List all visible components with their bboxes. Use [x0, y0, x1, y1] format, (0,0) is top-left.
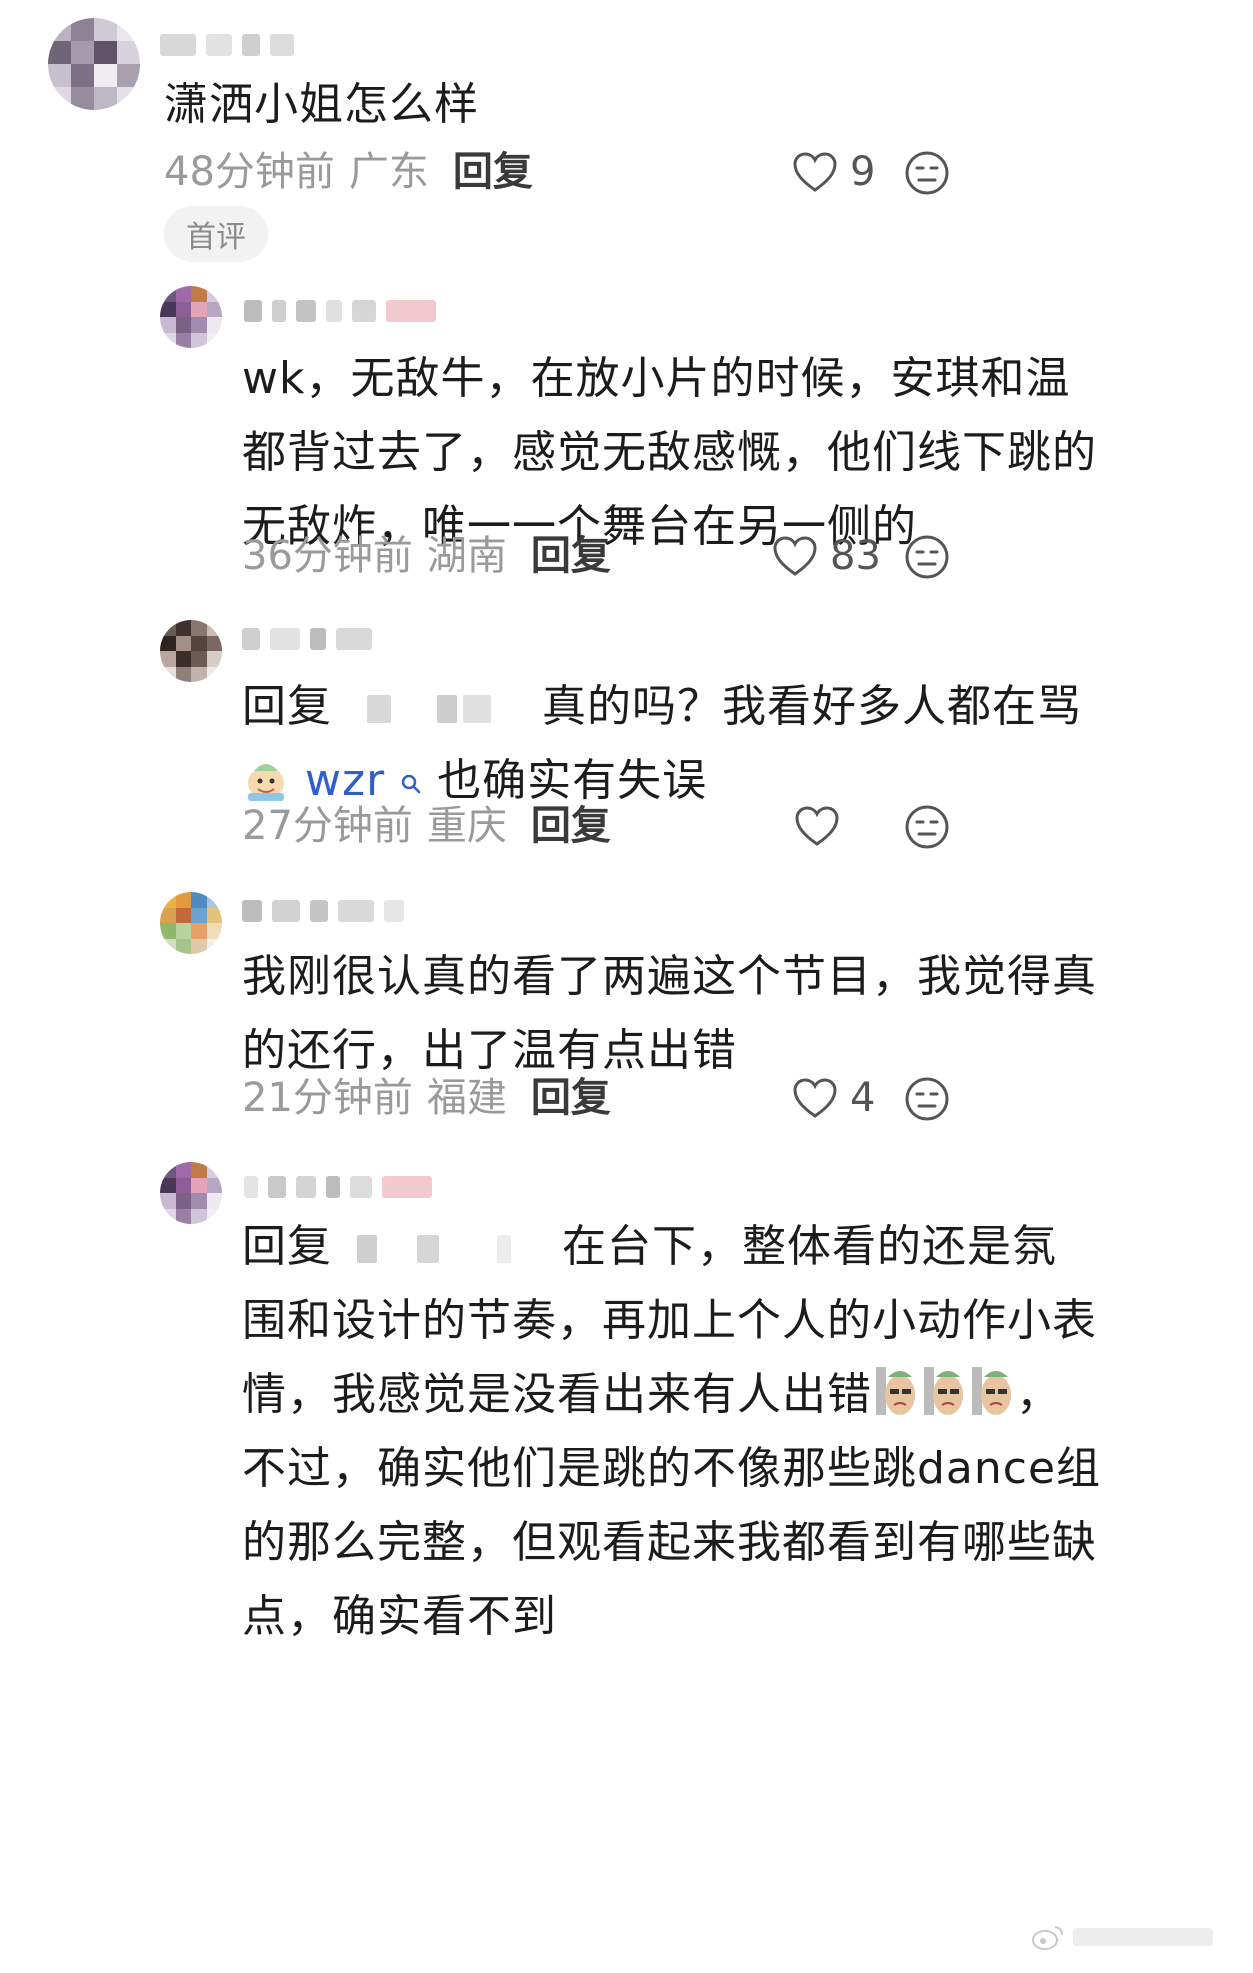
username-blurred[interactable]: [242, 626, 372, 652]
username-blurred[interactable]: [244, 298, 436, 324]
heart-outline-icon: [773, 536, 817, 576]
mentioned-user-blurred[interactable]: [347, 1229, 547, 1269]
reply-button[interactable]: 回复: [453, 144, 533, 200]
comment-line: 点，确实看不到: [242, 1591, 557, 1642]
emoji-face-icon[interactable]: [904, 1076, 950, 1122]
like-button[interactable]: 83: [772, 528, 881, 584]
reply-prefix: 回复: [242, 1221, 332, 1272]
comment-time: 27分钟前: [242, 803, 413, 849]
like-count: 9: [850, 149, 876, 195]
comment-line: 的那么完整，但观看起来我都看到有哪些缺: [242, 1517, 1097, 1568]
comment-text: 回复 真的吗？我看好多人都在骂 wzr 也确实有失误: [242, 670, 1082, 818]
comment-line: wk，无敌牛，在放小片的时候，安琪和温: [242, 353, 1071, 404]
avatar[interactable]: [48, 18, 140, 110]
like-button[interactable]: 4: [792, 1070, 875, 1126]
weibo-logo-icon: [1032, 1926, 1063, 1950]
reply-button[interactable]: 回复: [531, 528, 611, 584]
like-count: 4: [850, 1075, 876, 1121]
heart-outline-icon: [795, 806, 839, 846]
comment-text-rest: 情，我感觉是没看出来有人出错: [242, 1369, 872, 1420]
reply-button[interactable]: 回复: [531, 798, 611, 854]
reply-prefix: 回复: [242, 681, 332, 732]
like-button[interactable]: [794, 798, 852, 854]
like-button[interactable]: 9: [792, 144, 875, 200]
comment-meta: 21分钟前 福建 回复: [242, 1070, 611, 1126]
heart-outline-icon: [793, 1078, 837, 1118]
comment-location: 重庆: [426, 803, 507, 849]
comment-line: 不过，确实他们是跳的不像那些跳dance组: [242, 1443, 1102, 1494]
first-comment-badge: 首评: [164, 206, 268, 262]
avatar[interactable]: [160, 286, 222, 348]
avatar[interactable]: [160, 1162, 222, 1224]
comment-line: 我刚很认真的看了两遍这个节目，我觉得真: [242, 951, 1097, 1002]
comment-meta: 48分钟前 广东 回复: [164, 144, 533, 200]
avatar[interactable]: [160, 620, 222, 682]
emoji-face-icon[interactable]: [904, 804, 950, 850]
comment-line: 围和设计的节奏，再加上个人的小动作小表: [242, 1295, 1097, 1346]
username-blurred[interactable]: [242, 898, 404, 924]
sticker-emoji-icon: [922, 1363, 966, 1419]
watermark: [1031, 1923, 1213, 1951]
avatar[interactable]: [160, 892, 222, 954]
heart-outline-icon: [793, 152, 837, 192]
sticker-emoji-icon: [244, 749, 288, 805]
sticker-emoji-icon: [874, 1363, 918, 1419]
comment-text-rest: 在台下，整体看的还是氛: [562, 1221, 1057, 1272]
comment-line: 都背过去了，感觉无敌感慨，他们线下跳的: [242, 427, 1097, 478]
username-blurred[interactable]: [160, 32, 294, 58]
comment-text: 我刚很认真的看了两遍这个节目，我觉得真 的还行，出了温有点出错: [242, 940, 1097, 1088]
comment-location: 湖南: [426, 533, 507, 579]
comment-text: 潇洒小姐怎么样: [164, 79, 479, 130]
comment-text-rest: 真的吗？我看好多人都在骂: [542, 681, 1082, 732]
comment-location: 广东: [348, 149, 429, 195]
comment-time: 48分钟前: [164, 149, 335, 195]
comment-meta: 36分钟前 湖南 回复: [242, 528, 611, 584]
comment-line: 情，我感觉是没看出来有人出错 ，: [242, 1358, 1101, 1432]
comment-meta: 27分钟前 重庆 回复: [242, 798, 611, 854]
comment-line: 回复 在台下，整体看的还是氛: [242, 1210, 1101, 1284]
like-count: 83: [830, 533, 881, 579]
mentioned-user-blurred[interactable]: [347, 689, 527, 729]
comment-location: 福建: [426, 1075, 507, 1121]
comment-time: 21分钟前: [242, 1075, 413, 1121]
comment-text: 回复 在台下，整体看的还是氛 围和设计的节奏，再加上个人的小动作小表 情，我感觉…: [242, 1210, 1101, 1654]
sticker-emoji-icon: [970, 1363, 1014, 1419]
comment-time: 36分钟前: [242, 533, 413, 579]
search-icon: [401, 774, 421, 794]
username-blurred[interactable]: [244, 1174, 432, 1200]
emoji-face-icon[interactable]: [904, 150, 950, 196]
emoji-face-icon[interactable]: [904, 534, 950, 580]
comment-line: 回复 真的吗？我看好多人都在骂: [242, 670, 1082, 744]
comment-text-rest: ，: [1016, 1369, 1061, 1420]
reply-button[interactable]: 回复: [531, 1070, 611, 1126]
